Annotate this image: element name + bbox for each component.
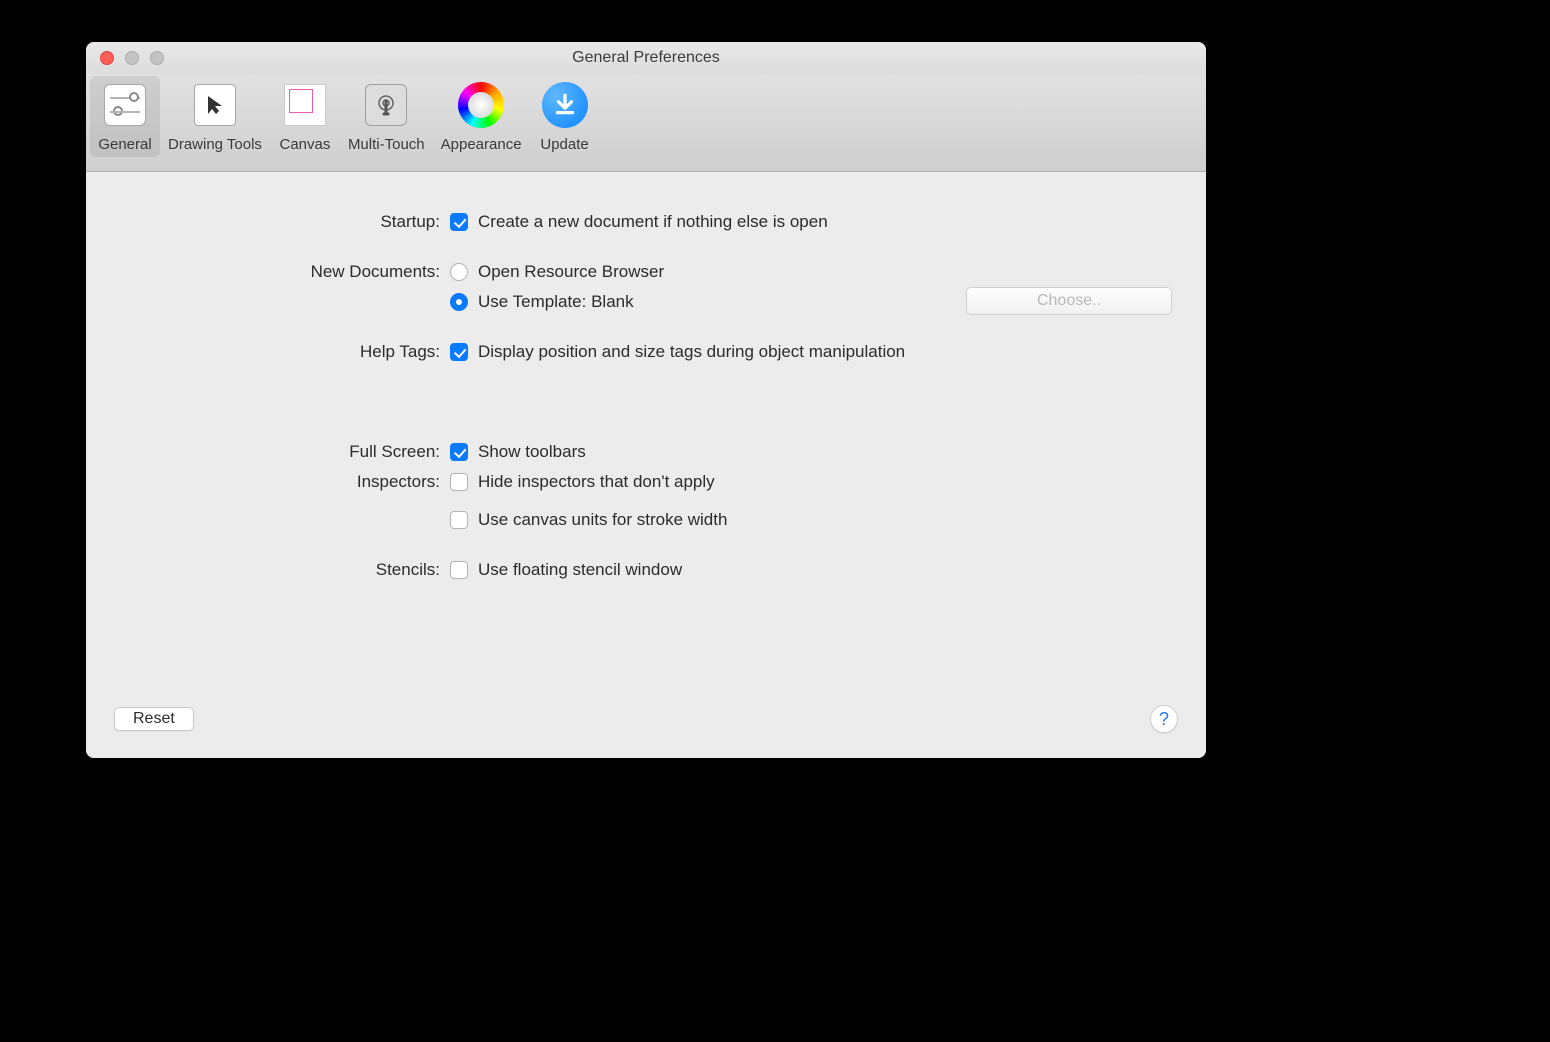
zoom-icon[interactable]: [150, 51, 164, 65]
tab-update[interactable]: Update: [530, 76, 600, 157]
drawing-tools-icon: [190, 80, 240, 130]
label-help-tags: Help Tags:: [110, 342, 450, 362]
option-text: Open Resource Browser: [478, 262, 664, 282]
general-icon: [100, 80, 150, 130]
choose-template-button[interactable]: Choose..: [966, 287, 1172, 315]
checkbox-startup-create-new[interactable]: [450, 213, 468, 231]
tab-label: Drawing Tools: [168, 136, 262, 153]
option-text: Show toolbars: [478, 442, 586, 462]
row-new-documents-open-resource: New Documents: Open Resource Browser: [110, 262, 1182, 282]
tab-canvas[interactable]: Canvas: [270, 76, 340, 157]
label-startup: Startup:: [110, 212, 450, 232]
titlebar: General Preferences: [86, 42, 1206, 74]
preferences-window: General Preferences General Drawing Tool…: [86, 42, 1206, 758]
row-full-screen: Full Screen: Show toolbars: [110, 442, 1182, 462]
row-stencils: Stencils: Use floating stencil window: [110, 560, 1182, 580]
row-canvas-units-stroke: Use canvas units for stroke width: [110, 510, 1182, 530]
reset-button[interactable]: Reset: [114, 707, 194, 731]
option-text: Create a new document if nothing else is…: [478, 212, 828, 232]
canvas-icon: [280, 80, 330, 130]
general-pane: Startup: Create a new document if nothin…: [86, 172, 1206, 758]
tab-label: Appearance: [441, 136, 522, 153]
tab-multi-touch[interactable]: Multi-Touch: [340, 76, 433, 157]
radio-open-resource-browser[interactable]: [450, 263, 468, 281]
option-text: Use floating stencil window: [478, 560, 682, 580]
preferences-toolbar: General Drawing Tools Canvas Multi-Touch: [86, 74, 1206, 172]
minimize-icon[interactable]: [125, 51, 139, 65]
row-help-tags: Help Tags: Display position and size tag…: [110, 342, 1182, 362]
radio-use-template[interactable]: [450, 293, 468, 311]
label-stencils: Stencils:: [110, 560, 450, 580]
option-text: Use canvas units for stroke width: [478, 510, 727, 530]
row-startup: Startup: Create a new document if nothin…: [110, 212, 1182, 232]
tab-label: Update: [540, 136, 588, 153]
tab-drawing-tools[interactable]: Drawing Tools: [160, 76, 270, 157]
label-full-screen: Full Screen:: [110, 442, 450, 462]
window-controls: [86, 51, 164, 65]
update-icon: [540, 80, 590, 130]
checkbox-hide-inspectors[interactable]: [450, 473, 468, 491]
checkbox-help-tags[interactable]: [450, 343, 468, 361]
close-icon[interactable]: [100, 51, 114, 65]
footer: Reset ?: [86, 698, 1206, 758]
tab-label: Canvas: [280, 136, 331, 153]
checkbox-canvas-units-stroke[interactable]: [450, 511, 468, 529]
tab-general[interactable]: General: [90, 76, 160, 157]
checkbox-show-toolbars[interactable]: [450, 443, 468, 461]
option-text: Use Template: Blank: [478, 292, 634, 312]
window-title: General Preferences: [86, 49, 1206, 67]
row-inspectors-hide: Inspectors: Hide inspectors that don't a…: [110, 472, 1182, 492]
appearance-icon: [456, 80, 506, 130]
tab-appearance[interactable]: Appearance: [433, 76, 530, 157]
tab-label: Multi-Touch: [348, 136, 425, 153]
label-inspectors: Inspectors:: [110, 472, 450, 492]
option-text: Display position and size tags during ob…: [478, 342, 905, 362]
multi-touch-icon: [361, 80, 411, 130]
tab-label: General: [98, 136, 151, 153]
checkbox-floating-stencil[interactable]: [450, 561, 468, 579]
help-button[interactable]: ?: [1150, 705, 1178, 733]
label-new-documents: New Documents:: [110, 262, 450, 282]
option-text: Hide inspectors that don't apply: [478, 472, 715, 492]
